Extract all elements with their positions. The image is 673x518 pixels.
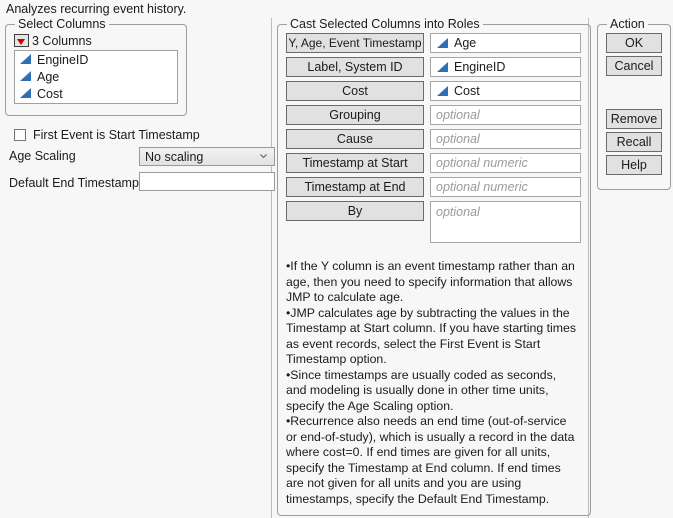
cast-roles-title: Cast Selected Columns into Roles: [287, 17, 483, 31]
columns-menu[interactable]: 3 Columns: [14, 33, 92, 48]
role-row-cause: Cause optional: [286, 129, 582, 149]
role-rows: Y, Age, Event Timestamp Age Label, Syste…: [286, 33, 582, 247]
help-paragraph: •Since timestamps are usually coded as s…: [286, 367, 557, 413]
panel-divider-left: [271, 18, 272, 518]
list-item[interactable]: EngineID: [15, 51, 177, 68]
continuous-column-icon: [20, 54, 31, 64]
role-dropzone-label-system-id[interactable]: EngineID: [430, 57, 581, 77]
age-scaling-label: Age Scaling: [9, 149, 76, 163]
role-row-timestamp-at-start: Timestamp at Start optional numeric: [286, 153, 582, 173]
list-item[interactable]: Age: [15, 68, 177, 85]
role-placeholder: optional: [436, 132, 480, 146]
first-event-label: First Event is Start Timestamp: [33, 128, 200, 142]
continuous-column-icon: [20, 71, 31, 81]
role-placeholder: optional numeric: [436, 156, 528, 170]
dialog-caption: Analyzes recurring event history.: [6, 2, 187, 16]
continuous-column-icon: [20, 88, 31, 98]
role-value: EngineID: [454, 60, 506, 74]
role-row-by: By optional: [286, 201, 582, 243]
age-scaling-select[interactable]: No scaling: [139, 147, 275, 166]
role-button-cost[interactable]: Cost: [286, 81, 424, 101]
cancel-button[interactable]: Cancel: [606, 56, 662, 76]
role-dropzone-timestamp-at-start[interactable]: optional numeric: [430, 153, 581, 173]
continuous-column-icon: [437, 37, 448, 48]
role-dropzone-grouping[interactable]: optional: [430, 105, 581, 125]
role-value: Cost: [454, 84, 480, 98]
role-row-timestamp-at-end: Timestamp at End optional numeric: [286, 177, 582, 197]
role-button-cause[interactable]: Cause: [286, 129, 424, 149]
cast-roles-panel: Cast Selected Columns into Roles Y, Age,…: [277, 17, 591, 516]
help-paragraph: •If the Y column is an event timestamp r…: [286, 259, 575, 304]
role-dropzone-cause[interactable]: optional: [430, 129, 581, 149]
default-end-timestamp-label: Default End Timestamp: [9, 176, 139, 190]
role-row-label-system-id: Label, System ID EngineID: [286, 57, 582, 77]
role-button-by[interactable]: By: [286, 201, 424, 221]
role-dropzone-cost[interactable]: Cost: [430, 81, 581, 101]
help-paragraph: •Recurrence also needs an end time (out-…: [286, 414, 575, 506]
chevron-down-icon: [260, 154, 267, 158]
remove-button[interactable]: Remove: [606, 109, 662, 129]
column-list[interactable]: EngineID Age Cost: [14, 50, 178, 104]
age-scaling-value: No scaling: [145, 149, 204, 164]
select-columns-panel: Select Columns 3 Columns EngineID Age Co…: [5, 17, 187, 116]
red-triangle-menu-icon[interactable]: [14, 34, 29, 47]
role-button-grouping[interactable]: Grouping: [286, 105, 424, 125]
role-button-timestamp-at-start[interactable]: Timestamp at Start: [286, 153, 424, 173]
role-row-y-age-event-timestamp: Y, Age, Event Timestamp Age: [286, 33, 582, 53]
column-name: EngineID: [37, 52, 89, 67]
column-name: Cost: [37, 86, 63, 101]
help-button[interactable]: Help: [606, 155, 662, 175]
list-item[interactable]: Cost: [15, 85, 177, 102]
role-placeholder: optional numeric: [436, 180, 528, 194]
role-dropzone-timestamp-at-end[interactable]: optional numeric: [430, 177, 581, 197]
role-button-label-system-id[interactable]: Label, System ID: [286, 57, 424, 77]
columns-count-label: 3 Columns: [32, 33, 92, 48]
default-end-timestamp-input[interactable]: [139, 172, 275, 191]
action-panel: Action OK Cancel Remove Recall Help: [597, 17, 671, 190]
ok-button[interactable]: OK: [606, 33, 662, 53]
help-paragraph: •JMP calculates age by subtracting the v…: [286, 305, 576, 367]
role-row-grouping: Grouping optional: [286, 105, 582, 125]
role-dropzone-y-age-event-timestamp[interactable]: Age: [430, 33, 581, 53]
role-dropzone-by[interactable]: optional: [430, 201, 581, 243]
role-button-y-age-event-timestamp[interactable]: Y, Age, Event Timestamp: [286, 33, 424, 53]
select-columns-title: Select Columns: [15, 17, 109, 31]
role-row-cost: Cost Cost: [286, 81, 582, 101]
role-placeholder: optional: [436, 205, 480, 219]
role-button-timestamp-at-end[interactable]: Timestamp at End: [286, 177, 424, 197]
role-placeholder: optional: [436, 108, 480, 122]
continuous-column-icon: [437, 85, 448, 96]
first-event-checkbox[interactable]: [14, 129, 26, 141]
recall-button[interactable]: Recall: [606, 132, 662, 152]
first-event-is-start-timestamp-row[interactable]: First Event is Start Timestamp: [14, 128, 200, 142]
role-value: Age: [454, 36, 477, 50]
action-title: Action: [607, 17, 648, 31]
help-text: •If the Y column is an event timestamp r…: [286, 259, 578, 507]
continuous-column-icon: [437, 61, 448, 72]
column-name: Age: [37, 69, 60, 84]
